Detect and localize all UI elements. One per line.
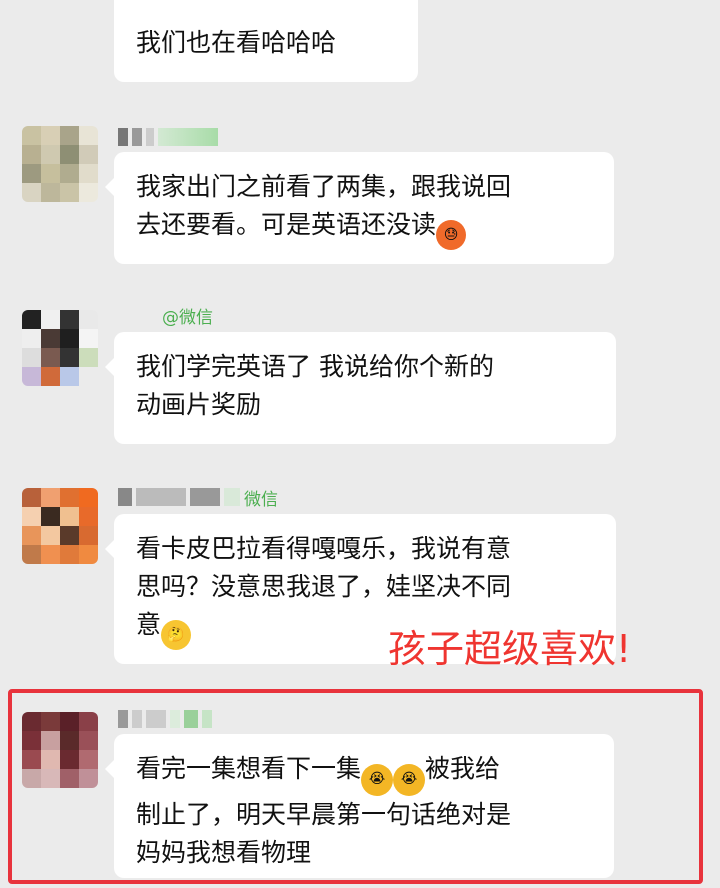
sender-name-5 [118,708,212,730]
avatar-2[interactable] [22,126,98,202]
sender-name-2 [118,126,218,148]
message-bubble-5[interactable]: 看完一集想看下一集 😭 😭 被我给 制止了，明天早晨第一句话绝对是 妈妈我想看物理 [105,734,614,878]
sender-suffix-4: 微信 [244,489,278,510]
avatar-4[interactable] [22,488,98,564]
message-bubble-2[interactable]: 我家出门之前看了两集，跟我说回 去还要看。可是英语还没读 😓 [105,152,614,264]
message-bubble-3[interactable]: 我们学完英语了 我说给你个新的 动画片奖励 [105,332,616,444]
sweat-face-emoji-icon: 😓 [436,220,467,250]
sender-name-4: 微信 [118,486,278,510]
sender-name-3: @微信 [118,304,213,328]
avatar-5[interactable] [22,712,98,788]
message-text-3: 我们学完英语了 我说给你个新的 动画片奖励 [136,352,494,419]
message-bubble-1[interactable]: 我们也在看哈哈哈 [114,0,418,82]
avatar-3[interactable] [22,310,98,386]
crying-laughing-emoji-icon: 😭 [393,764,426,796]
annotation-text: 孩子超级喜欢! [388,627,632,671]
crying-laughing-emoji-icon: 😭 [361,764,394,796]
message-text-5a: 看完一集想看下一集 [136,754,362,783]
thinking-face-emoji-icon: 🤔 [161,620,192,650]
message-text-1: 我们也在看哈哈哈 [136,28,337,57]
sender-suffix-3: @微信 [162,307,213,328]
